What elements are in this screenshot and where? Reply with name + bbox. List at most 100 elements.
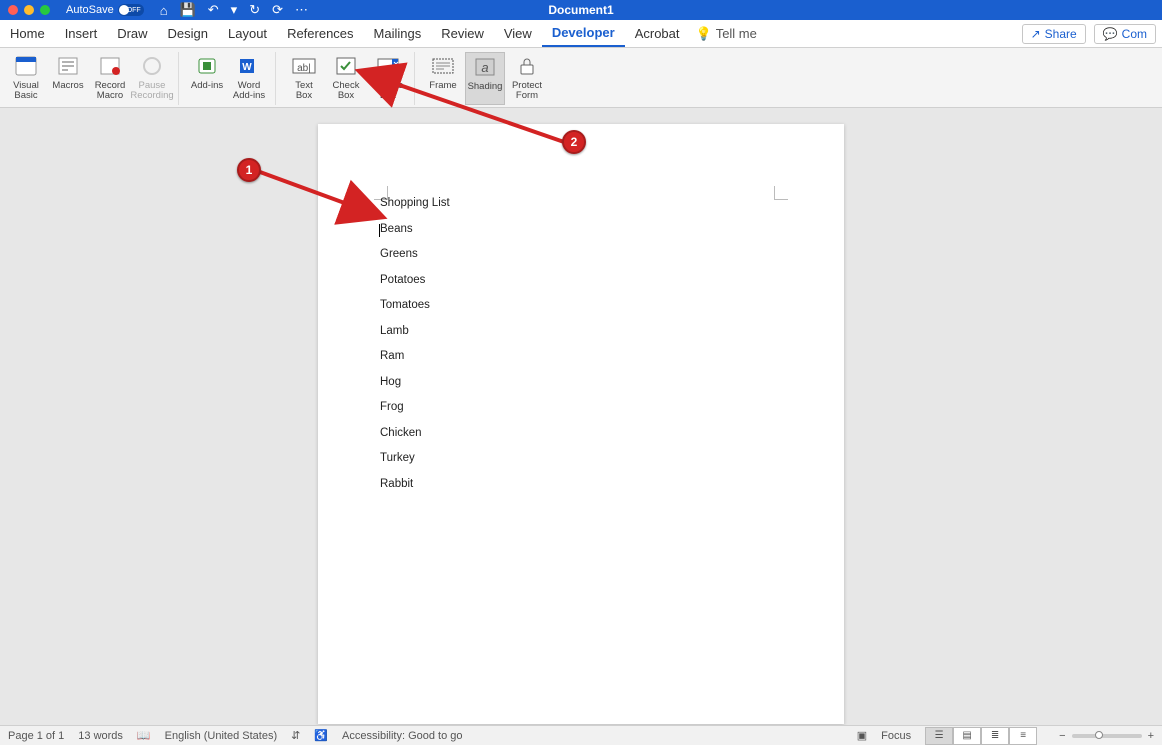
- tab-references[interactable]: References: [277, 20, 363, 47]
- document-canvas[interactable]: Shopping List Beans Greens Potatoes Toma…: [0, 108, 1162, 725]
- doc-title-line[interactable]: Shopping List: [380, 198, 450, 210]
- visual-basic-button[interactable]: Visual Basic: [6, 52, 46, 105]
- tell-me-label: Tell me: [716, 26, 757, 41]
- svg-text:a: a: [481, 60, 488, 75]
- macros-label: Macros: [52, 81, 83, 91]
- pause-recording-button: Pause Recording: [132, 52, 172, 105]
- macros-icon: [56, 54, 80, 78]
- tab-view[interactable]: View: [494, 20, 542, 47]
- status-bar: Page 1 of 1 13 words 📖 English (United S…: [0, 725, 1162, 745]
- web-layout-view-button[interactable]: ▤: [953, 727, 981, 745]
- undo-icon[interactable]: ↶: [208, 2, 219, 18]
- minimize-window-icon[interactable]: [24, 5, 34, 15]
- tab-insert[interactable]: Insert: [55, 20, 108, 47]
- combo-box-label: Combo Box: [373, 81, 404, 101]
- status-words[interactable]: 13 words: [78, 730, 123, 742]
- tab-draw[interactable]: Draw: [107, 20, 157, 47]
- tab-design[interactable]: Design: [158, 20, 218, 47]
- document-page[interactable]: Shopping List Beans Greens Potatoes Toma…: [318, 124, 844, 724]
- close-window-icon[interactable]: [8, 5, 18, 15]
- text-box-button[interactable]: ab| Text Box: [284, 52, 324, 105]
- protect-form-icon: [515, 54, 539, 78]
- ribbon: Visual Basic Macros Record Macro Pause R…: [0, 48, 1162, 108]
- print-layout-view-button[interactable]: ☰: [925, 727, 953, 745]
- check-box-button[interactable]: Check Box: [326, 52, 366, 105]
- ribbon-group-code: Visual Basic Macros Record Macro Pause R…: [6, 52, 179, 105]
- status-accessibility[interactable]: Accessibility: Good to go: [342, 730, 462, 742]
- zoom-in-button[interactable]: +: [1148, 730, 1154, 742]
- doc-item-9[interactable]: Turkey: [380, 453, 450, 465]
- record-macro-button[interactable]: Record Macro: [90, 52, 130, 105]
- status-focus[interactable]: Focus: [881, 730, 911, 742]
- doc-item-6[interactable]: Hog: [380, 377, 450, 389]
- share-label: Share: [1045, 27, 1077, 41]
- word-add-ins-button[interactable]: W Word Add-ins: [229, 52, 269, 105]
- svg-text:ab|: ab|: [297, 63, 311, 74]
- record-macro-icon: [98, 54, 122, 78]
- combo-box-button[interactable]: Combo Box: [368, 52, 408, 105]
- status-page[interactable]: Page 1 of 1: [8, 730, 64, 742]
- protect-form-label: Protect Form: [512, 81, 542, 101]
- check-box-icon: [334, 54, 358, 78]
- comment-icon: 💬: [1103, 27, 1118, 41]
- protect-form-button[interactable]: Protect Form: [507, 52, 547, 105]
- fullscreen-window-icon[interactable]: [40, 5, 50, 15]
- home-icon[interactable]: ⌂: [160, 3, 168, 18]
- autosave-toggle[interactable]: OFF: [118, 4, 144, 16]
- zoom-slider[interactable]: [1072, 734, 1142, 738]
- more-icon[interactable]: ⋯: [295, 2, 308, 18]
- comments-button[interactable]: 💬 Com: [1094, 24, 1156, 44]
- save-icon[interactable]: 💾: [180, 2, 196, 18]
- doc-item-2[interactable]: Potatoes: [380, 275, 450, 287]
- spellcheck-icon[interactable]: 📖: [137, 729, 151, 742]
- frame-button[interactable]: Frame: [423, 52, 463, 105]
- check-box-label: Check Box: [333, 81, 360, 101]
- redo-icon[interactable]: ↻: [249, 2, 260, 18]
- svg-text:W: W: [242, 62, 252, 73]
- sync-icon[interactable]: ⟳: [272, 2, 283, 18]
- window-controls[interactable]: [8, 5, 50, 15]
- doc-item-10[interactable]: Rabbit: [380, 479, 450, 491]
- doc-item-5[interactable]: Ram: [380, 351, 450, 363]
- visual-basic-icon: [14, 54, 38, 78]
- doc-item-0[interactable]: Beans: [380, 224, 450, 236]
- quick-access-toolbar: ⌂ 💾 ↶ ▾ ↻ ⟳ ⋯: [160, 2, 308, 18]
- tell-me-search[interactable]: 💡 Tell me: [696, 26, 757, 42]
- autosave: AutoSave OFF: [66, 4, 144, 16]
- share-button[interactable]: ↗ Share: [1022, 24, 1086, 44]
- autosave-label: AutoSave: [66, 4, 114, 16]
- shading-label: Shading: [468, 82, 503, 92]
- tab-mailings[interactable]: Mailings: [364, 20, 432, 47]
- draft-view-button[interactable]: ≡: [1009, 727, 1037, 745]
- ribbon-group-form: Frame a Shading Protect Form: [423, 52, 553, 105]
- zoom-slider-knob[interactable]: [1095, 731, 1103, 739]
- frame-label: Frame: [429, 81, 456, 91]
- document-body[interactable]: Shopping List Beans Greens Potatoes Toma…: [380, 198, 450, 504]
- doc-item-1[interactable]: Greens: [380, 249, 450, 261]
- pause-recording-label: Pause Recording: [130, 81, 173, 101]
- add-ins-button[interactable]: Add-ins: [187, 52, 227, 105]
- text-box-icon: ab|: [292, 54, 316, 78]
- lightbulb-icon: 💡: [696, 26, 712, 42]
- undo-dropdown-icon[interactable]: ▾: [231, 2, 238, 18]
- doc-item-4[interactable]: Lamb: [380, 326, 450, 338]
- doc-item-7[interactable]: Frog: [380, 402, 450, 414]
- text-predictions-icon[interactable]: ⇵: [291, 729, 300, 742]
- zoom-control[interactable]: − +: [1059, 730, 1154, 742]
- view-mode-buttons: ☰ ▤ ≣ ≡: [925, 727, 1037, 745]
- tab-layout[interactable]: Layout: [218, 20, 277, 47]
- macros-button[interactable]: Macros: [48, 52, 88, 105]
- title-bar: AutoSave OFF ⌂ 💾 ↶ ▾ ↻ ⟳ ⋯ Document1: [0, 0, 1162, 20]
- tab-developer[interactable]: Developer: [542, 20, 625, 47]
- tab-acrobat[interactable]: Acrobat: [625, 20, 690, 47]
- doc-item-8[interactable]: Chicken: [380, 428, 450, 440]
- tab-review[interactable]: Review: [431, 20, 494, 47]
- tab-home[interactable]: Home: [0, 20, 55, 47]
- outline-view-button[interactable]: ≣: [981, 727, 1009, 745]
- zoom-out-button[interactable]: −: [1059, 730, 1065, 742]
- status-language[interactable]: English (United States): [165, 730, 278, 742]
- share-icon: ↗: [1031, 27, 1041, 41]
- doc-item-3[interactable]: Tomatoes: [380, 300, 450, 312]
- text-box-label: Text Box: [295, 81, 312, 101]
- shading-button[interactable]: a Shading: [465, 52, 505, 105]
